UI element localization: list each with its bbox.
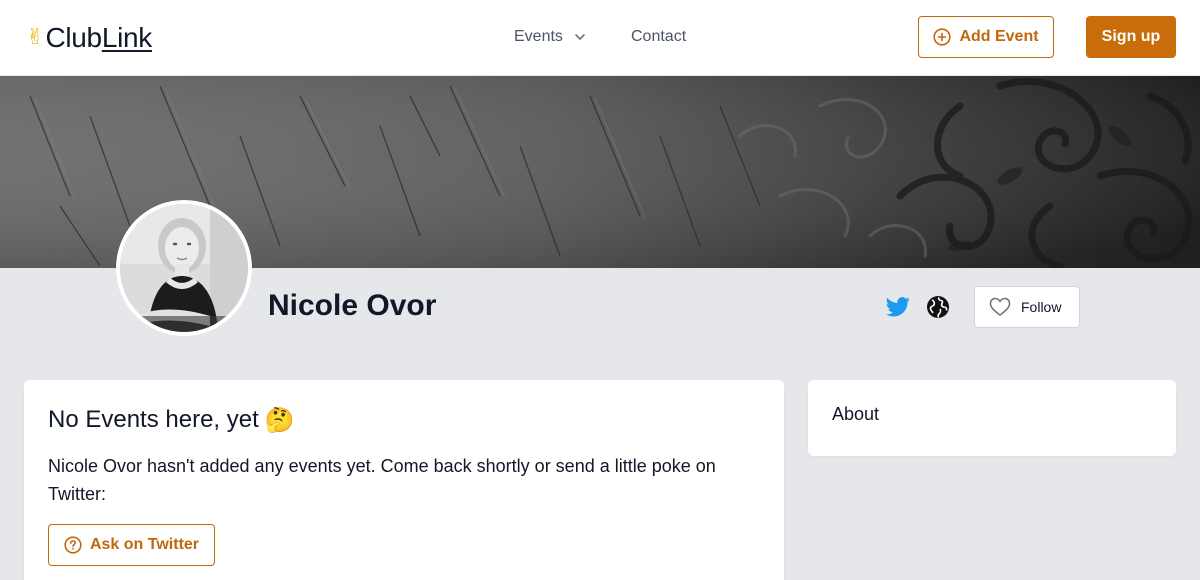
thinking-face-icon: 🤔 <box>264 406 295 434</box>
ask-on-twitter-button[interactable]: Ask on Twitter <box>48 524 215 566</box>
events-empty-message: Nicole Ovor hasn't added any events yet.… <box>48 456 716 504</box>
add-event-button[interactable]: Add Event <box>918 16 1054 58</box>
top-navigation-bar: ✌ Club Link Events Contact Add Event Sig… <box>0 0 1200 76</box>
about-card: About <box>808 380 1176 456</box>
follow-label: Follow <box>1021 299 1062 315</box>
clublink-logo[interactable]: ✌ Club Link <box>26 22 152 54</box>
logo-text-club: Club <box>45 22 102 53</box>
globe-website-icon[interactable] <box>926 295 950 319</box>
heart-outline-icon <box>989 297 1011 317</box>
logo-text-link: Link <box>101 22 152 53</box>
events-card: No Events here, yet 🤔 Nicole Ovor hasn't… <box>24 380 784 580</box>
follow-button[interactable]: Follow <box>974 286 1080 328</box>
twitter-icon[interactable] <box>886 296 910 318</box>
chevron-down-icon <box>573 30 587 44</box>
victory-hand-icon: ✌ <box>26 25 45 50</box>
events-card-title-text: No Events here, yet <box>48 406 259 433</box>
avatar-photo <box>120 204 248 332</box>
nav-events-dropdown[interactable]: Events <box>514 26 587 48</box>
events-card-title: No Events here, yet 🤔 <box>48 404 295 436</box>
add-event-label: Add Event <box>959 28 1039 45</box>
signup-button[interactable]: Sign up <box>1086 16 1176 58</box>
plus-circle-icon <box>933 28 952 46</box>
question-circle-icon <box>64 536 82 554</box>
about-card-title: About <box>832 404 880 424</box>
nav-events-label: Events <box>514 28 563 45</box>
nav-contact-link[interactable]: Contact <box>631 26 686 48</box>
profile-avatar <box>116 200 252 336</box>
ask-on-twitter-label: Ask on Twitter <box>89 536 200 553</box>
profile-name: Nicole Ovor <box>268 289 437 322</box>
